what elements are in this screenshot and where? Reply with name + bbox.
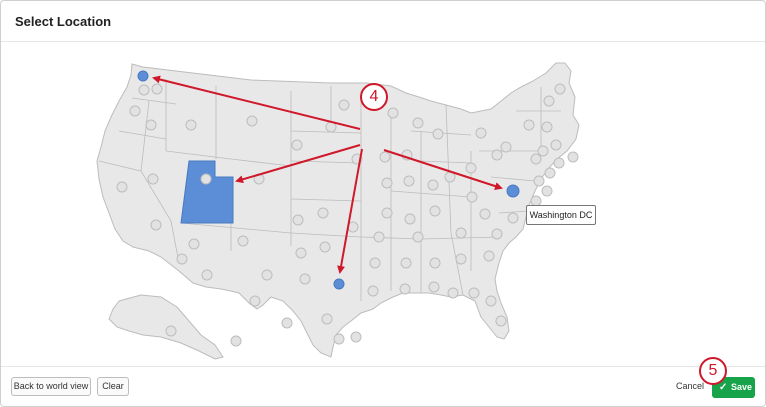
step-number-callout-save: 5 [699,357,727,385]
dialog-title: Select Location [15,14,112,29]
alaska [108,294,224,360]
save-label: Save [731,382,753,392]
back-to-world-view-button[interactable]: Back to world view [11,377,91,396]
step-number-callout: 4 [360,83,388,111]
location-tooltip: Washington DC [526,205,596,225]
clear-button[interactable]: Clear [97,377,129,396]
dialog-footer: Back to world view Clear Cancel ✓ Save [1,366,765,406]
cancel-button[interactable]: Cancel [676,381,704,391]
dialog-header: Select Location [1,1,765,42]
select-location-dialog: Select Location Washington DC 4 Back to … [0,0,766,407]
